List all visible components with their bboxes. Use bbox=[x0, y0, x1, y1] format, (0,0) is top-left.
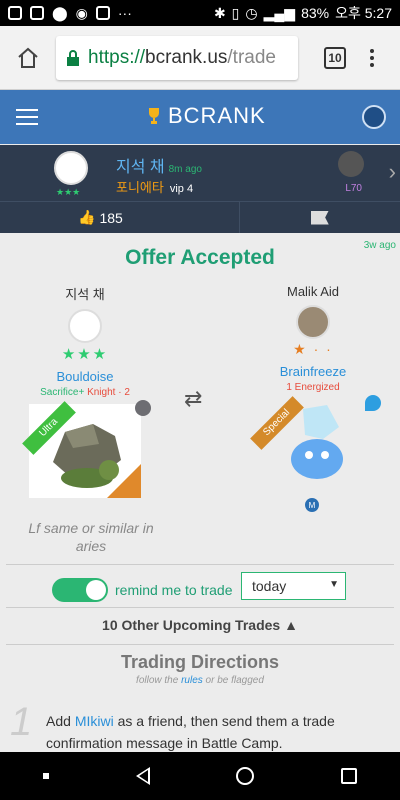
offer-card: 3w ago Offer Accepted 지석 채 ★★★ Bouldoise… bbox=[0, 236, 400, 800]
left-party: 지석 채 ★★★ Bouldoise Sacrifice+ Knight · 2… bbox=[5, 284, 165, 498]
recents-icon[interactable] bbox=[340, 768, 357, 784]
trophy-icon bbox=[149, 108, 159, 124]
mail-icon bbox=[30, 6, 44, 20]
home-nav-icon[interactable] bbox=[236, 767, 255, 785]
water-element-icon bbox=[365, 395, 381, 411]
home-icon bbox=[18, 47, 38, 68]
app-notification-icon bbox=[8, 6, 22, 20]
left-monster-details: Sacrifice+ Knight · 2 bbox=[5, 387, 165, 398]
opponent-avatar[interactable] bbox=[338, 151, 364, 177]
directions-subtitle: follow the rules or be flagged bbox=[136, 675, 264, 686]
divider bbox=[6, 607, 394, 608]
user-avatar[interactable] bbox=[54, 151, 88, 185]
right-monster-tile[interactable]: Special bbox=[250, 395, 381, 493]
bluetooth-icon: ✱ bbox=[213, 4, 226, 21]
remind-label: remind me to trade bbox=[115, 582, 233, 598]
earth-element-icon bbox=[135, 400, 151, 416]
dropdown-arrow-icon: ▼ bbox=[329, 579, 339, 590]
upcoming-trades-label: 10 Other Upcoming Trades bbox=[102, 617, 281, 633]
brand-logo[interactable]: BCRANK bbox=[146, 103, 266, 129]
menu-button[interactable] bbox=[16, 109, 38, 130]
chevron-right-icon[interactable]: › bbox=[389, 159, 396, 185]
lock-icon bbox=[67, 49, 79, 66]
status-left-icons: ⬤ ◉ ··· bbox=[8, 5, 132, 22]
post-guild-row: 포니에타 vip 4 bbox=[116, 177, 193, 196]
url-field[interactable]: https://bcrank.us/trade bbox=[56, 35, 298, 80]
battery-percent: 83% bbox=[301, 5, 330, 21]
clock: 오후 5:27 bbox=[335, 5, 392, 21]
browser-toolbar: https://bcrank.us/trade 10 bbox=[0, 26, 400, 90]
left-party-avatar[interactable] bbox=[68, 309, 102, 343]
app-header: BCRANK bbox=[0, 90, 400, 144]
user-stars: ★★★ bbox=[56, 187, 81, 197]
flag-icon bbox=[310, 210, 329, 225]
divider bbox=[6, 644, 394, 645]
right-monster-tag: 1 Energized bbox=[286, 382, 340, 393]
left-monster-sacrifice: Sacrifice+ bbox=[40, 387, 85, 398]
home-button[interactable] bbox=[10, 40, 46, 76]
left-monster-tile[interactable]: Ultra bbox=[22, 400, 151, 498]
record-icon: ◉ bbox=[75, 4, 88, 21]
divider bbox=[6, 564, 394, 565]
caret-up-icon: ▲ bbox=[284, 617, 298, 633]
friend-link[interactable]: MIkiwi bbox=[75, 713, 114, 729]
brand-text: BCRANK bbox=[168, 103, 266, 128]
trading-directions: Trading Directions follow the rules or b… bbox=[0, 652, 400, 686]
right-monster-details: 1 Energized bbox=[233, 382, 393, 393]
monster-badge: M bbox=[305, 498, 319, 512]
remind-toggle[interactable] bbox=[52, 578, 108, 602]
nav-dot-icon[interactable] bbox=[43, 773, 50, 779]
rules-link[interactable]: rules bbox=[181, 675, 203, 686]
more-notifications: ··· bbox=[117, 5, 132, 21]
reminder-row: remind me to trade today ▼ bbox=[0, 572, 400, 608]
right-party: Malik Aid ★ · · Brainfreeze 1 Energized … bbox=[233, 284, 393, 493]
message-icon bbox=[95, 6, 110, 20]
status-right-icons: ✱ ▯ ◷ ▂▄▆ 83% 오후 5:27 bbox=[214, 3, 392, 23]
vip-badge: vip 4 bbox=[169, 183, 194, 195]
right-party-name[interactable]: Malik Aid bbox=[233, 284, 393, 299]
right-monster-name[interactable]: Brainfreeze bbox=[233, 364, 393, 379]
url-scheme: https:// bbox=[88, 46, 146, 68]
alarm-icon: ◷ bbox=[245, 4, 258, 21]
remind-when-value: today bbox=[252, 578, 287, 594]
browser-menu-button[interactable] bbox=[370, 48, 374, 67]
like-button[interactable]: 👍 185 bbox=[0, 202, 240, 233]
thumbs-up-icon: 👍 bbox=[78, 209, 96, 225]
upcoming-trades-toggle[interactable]: 10 Other Upcoming Trades ▲ bbox=[0, 617, 400, 633]
globe-icon[interactable] bbox=[362, 105, 386, 129]
status-bar: ⬤ ◉ ··· ✱ ▯ ◷ ▂▄▆ 83% 오후 5:27 bbox=[0, 0, 400, 26]
swap-icon: ⇄ bbox=[184, 386, 203, 411]
right-party-avatar[interactable] bbox=[296, 305, 330, 339]
left-monster-name[interactable]: Bouldoise bbox=[5, 369, 165, 384]
post-username[interactable]: 지석 채 bbox=[116, 159, 165, 176]
location-icon: ⬤ bbox=[52, 4, 68, 21]
offer-title: Offer Accepted bbox=[125, 246, 275, 269]
signal-icon: ▂▄▆ bbox=[263, 4, 296, 21]
post-username-row: 지석 채 8m ago bbox=[116, 153, 202, 177]
like-count: 185 bbox=[99, 209, 123, 226]
offer-note: Lf same or similar in aries bbox=[28, 520, 154, 554]
right-party-stars: ★ · · bbox=[293, 341, 333, 357]
tab-switcher-button[interactable]: 10 bbox=[324, 46, 346, 69]
url-path: /trade bbox=[227, 46, 276, 68]
remind-when-select[interactable]: today ▼ bbox=[241, 572, 346, 600]
url-domain: bcrank.us bbox=[145, 46, 228, 68]
post-actions: 👍 185 bbox=[0, 201, 400, 233]
left-party-name[interactable]: 지석 채 bbox=[5, 284, 165, 303]
post-guild: 포니에타 bbox=[116, 180, 164, 195]
element-corner bbox=[107, 464, 141, 498]
system-nav-bar bbox=[0, 752, 400, 800]
post-time: 8m ago bbox=[168, 164, 202, 175]
step-number: 1 bbox=[10, 700, 33, 744]
directions-title: Trading Directions bbox=[120, 652, 280, 672]
opponent-level: L70 bbox=[345, 183, 362, 194]
flag-button[interactable] bbox=[240, 202, 400, 233]
post-header: ★★★ 지석 채 8m ago 포니에타 vip 4 L70 › bbox=[0, 145, 400, 201]
vibrate-icon: ▯ bbox=[231, 4, 240, 21]
left-monster-tag: Knight · 2 bbox=[87, 387, 130, 398]
left-party-stars: ★★★ bbox=[61, 346, 109, 363]
step-text: Add MIkiwi as a friend, then send them a… bbox=[46, 713, 335, 751]
back-icon[interactable] bbox=[135, 767, 150, 785]
